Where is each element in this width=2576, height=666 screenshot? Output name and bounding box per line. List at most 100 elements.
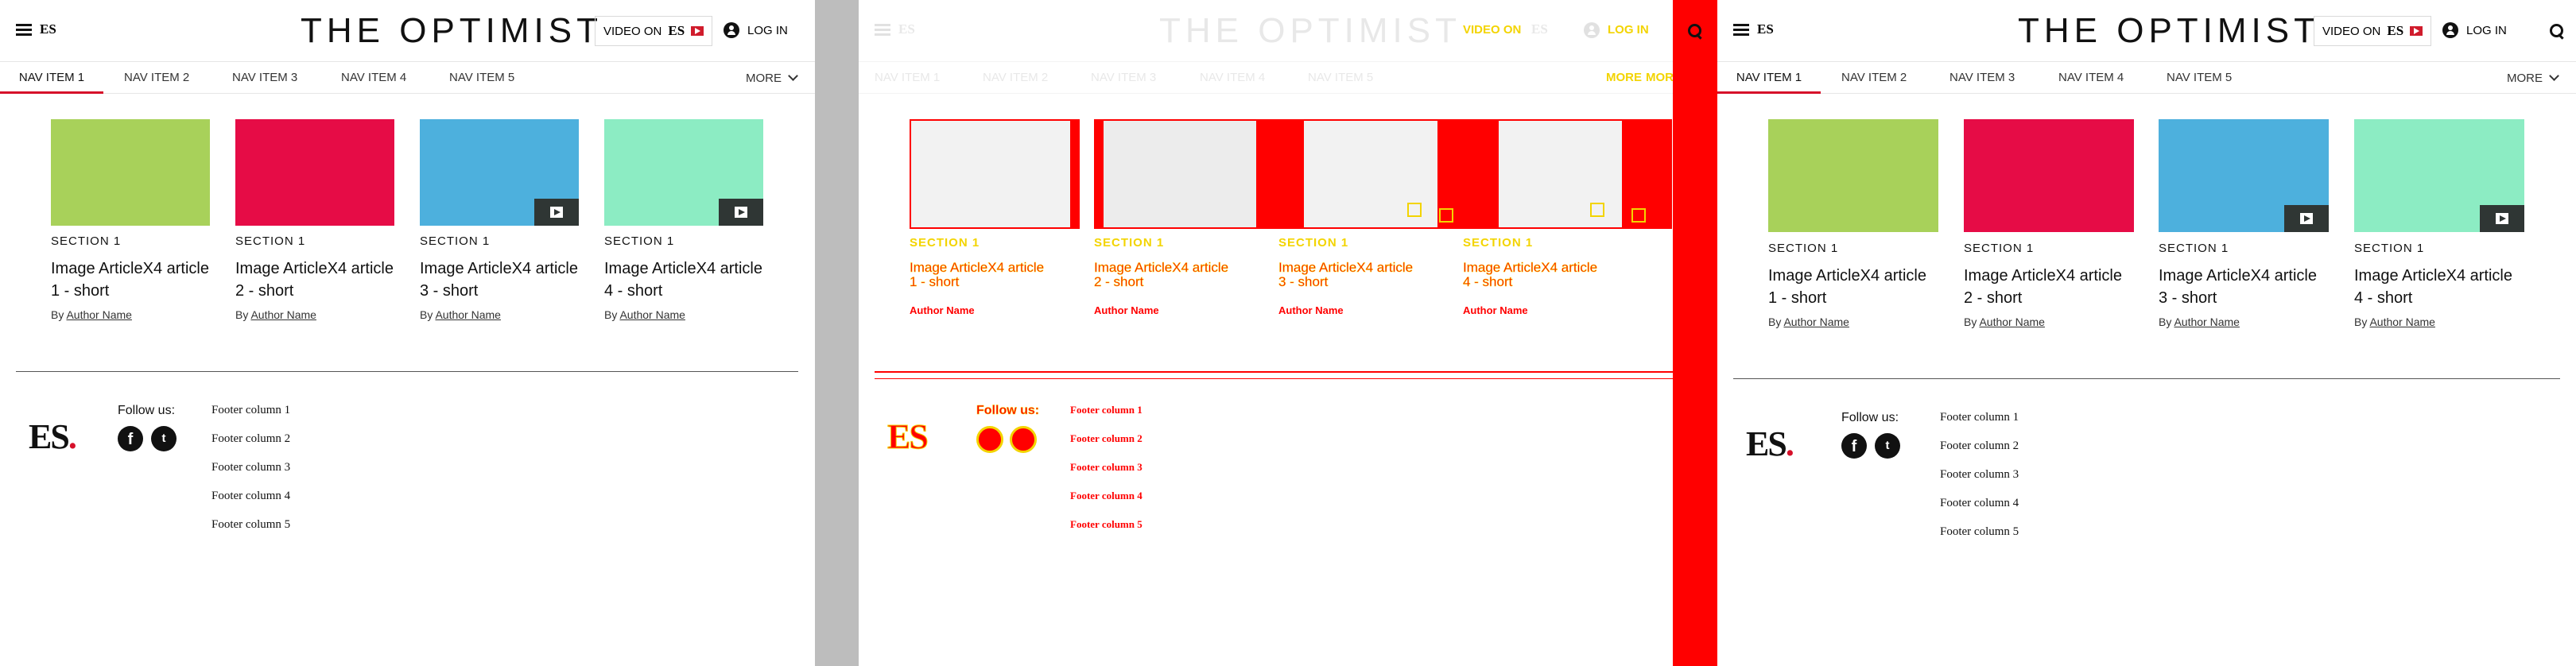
footer-column[interactable]: Footer column 1 xyxy=(1940,411,2019,424)
article-card[interactable]: SECTION 1 Image ArticleX4 article 4 - sh… xyxy=(2354,119,2524,334)
section-label[interactable]: SECTION 1 xyxy=(2354,242,2424,255)
author-link[interactable]: Author Name xyxy=(2174,316,2239,328)
headline-line[interactable]: Image ArticleX4 article xyxy=(420,257,578,280)
video-label[interactable]: VIDEO ON xyxy=(1463,23,1521,37)
article-image[interactable] xyxy=(51,119,210,226)
footer-logo[interactable]: ES. xyxy=(1746,424,1794,464)
nav-item[interactable]: NAV ITEM 1 xyxy=(0,62,103,94)
article-card[interactable]: SECTION 1 Image ArticleX4 article 2 - sh… xyxy=(1964,119,2134,334)
play-icon[interactable] xyxy=(2480,205,2524,232)
article-card[interactable]: SECTION 1 Image ArticleX4 article 3 - sh… xyxy=(420,119,579,326)
site-title[interactable]: THE OPTIMIST xyxy=(2018,11,2320,51)
footer-column[interactable]: Footer column 2 xyxy=(1940,439,2019,453)
headline-line[interactable]: Image ArticleX4 article xyxy=(604,257,762,280)
footer-column[interactable]: Footer column 3 xyxy=(211,461,290,474)
footer-column[interactable]: Footer column 5 xyxy=(1940,525,2019,539)
article-image[interactable] xyxy=(2159,119,2329,232)
nav-item[interactable]: NAV ITEM 1 xyxy=(1717,62,1821,94)
login-label[interactable]: LOG IN xyxy=(1608,23,1649,37)
play-icon[interactable] xyxy=(2284,205,2329,232)
section-label[interactable]: SECTION 1 xyxy=(235,234,305,248)
search-icon[interactable] xyxy=(2549,23,2565,39)
section-label[interactable]: SECTION 1 xyxy=(2159,242,2229,255)
nav-item[interactable]: NAV ITEM 1 xyxy=(875,62,940,94)
headline-line[interactable]: 1 - short xyxy=(51,280,109,302)
headline-line[interactable]: 1 - short xyxy=(1768,287,1826,309)
nav-item[interactable]: NAV ITEM 5 xyxy=(1308,62,1373,94)
play-icon[interactable] xyxy=(719,199,763,226)
site-title[interactable]: THE OPTIMIST xyxy=(1159,11,1461,51)
site-title[interactable]: THE OPTIMIST xyxy=(301,11,603,51)
author-link[interactable]: Author Name xyxy=(619,308,685,321)
more-menu[interactable]: MORE xyxy=(2507,62,2559,94)
author-link[interactable]: Author Name xyxy=(250,308,316,321)
headline-line[interactable]: 4 - short xyxy=(604,280,662,302)
nav-item[interactable]: NAV ITEM 2 xyxy=(1841,62,1907,94)
author-link[interactable]: Author Name xyxy=(1979,316,2044,328)
play-icon[interactable] xyxy=(534,199,579,226)
headline-line[interactable]: Image ArticleX4 article xyxy=(51,257,209,280)
menu-label[interactable]: ES xyxy=(1757,21,1774,37)
menu-icon[interactable] xyxy=(1733,24,1751,37)
headline-line[interactable]: 2 - short xyxy=(235,280,293,302)
headline-line[interactable]: Image ArticleX4 article xyxy=(2159,265,2317,287)
author-link[interactable]: Author Name xyxy=(2369,316,2434,328)
footer-column[interactable]: Footer column 2 xyxy=(211,432,290,446)
author-link[interactable]: Author Name xyxy=(66,308,131,321)
article-image[interactable] xyxy=(2354,119,2524,232)
footer-column[interactable]: Footer column 3 xyxy=(1940,468,2019,482)
article-image[interactable] xyxy=(1964,119,2134,232)
more-label[interactable]: MORE xyxy=(1646,62,1674,94)
footer-logo[interactable]: ES. xyxy=(29,416,77,457)
nav-item[interactable]: NAV ITEM 5 xyxy=(449,62,514,94)
menu-icon[interactable] xyxy=(875,24,892,37)
headline-line[interactable]: Image ArticleX4 article xyxy=(1964,265,2122,287)
article-image[interactable] xyxy=(420,119,579,226)
section-label[interactable]: SECTION 1 xyxy=(1768,242,1838,255)
facebook-icon[interactable]: f xyxy=(1841,433,1867,459)
more-label[interactable]: MORE xyxy=(1606,62,1642,94)
section-label[interactable]: SECTION 1 xyxy=(1964,242,2034,255)
login-button[interactable]: LOG IN xyxy=(2442,22,2507,38)
more-menu[interactable]: MORE xyxy=(746,62,798,94)
menu-label[interactable]: ES xyxy=(40,21,56,37)
article-image[interactable] xyxy=(1768,119,1938,232)
nav-item[interactable]: NAV ITEM 2 xyxy=(983,62,1048,94)
nav-item[interactable]: NAV ITEM 3 xyxy=(1949,62,2015,94)
headline-line[interactable]: 4 - short xyxy=(2354,287,2412,309)
footer-column[interactable]: Footer column 4 xyxy=(1940,497,2019,510)
twitter-icon[interactable]: t xyxy=(1875,433,1900,459)
headline-line[interactable]: 3 - short xyxy=(2159,287,2217,309)
footer-column[interactable]: Footer column 1 xyxy=(211,404,290,417)
nav-item[interactable]: NAV ITEM 4 xyxy=(1200,62,1265,94)
headline-line[interactable]: 3 - short xyxy=(420,280,478,302)
facebook-icon[interactable]: f xyxy=(118,426,143,451)
author-link[interactable]: Author Name xyxy=(435,308,500,321)
nav-item[interactable]: NAV ITEM 4 xyxy=(2058,62,2124,94)
section-label[interactable]: SECTION 1 xyxy=(420,234,490,248)
nav-item[interactable]: NAV ITEM 3 xyxy=(1091,62,1156,94)
nav-item[interactable]: NAV ITEM 2 xyxy=(124,62,189,94)
section-label[interactable]: SECTION 1 xyxy=(604,234,674,248)
article-card[interactable]: SECTION 1 Image ArticleX4 article 1 - sh… xyxy=(1768,119,1938,334)
article-card[interactable]: SECTION 1 Image ArticleX4 article 4 - sh… xyxy=(604,119,763,326)
author-link[interactable]: Author Name xyxy=(1783,316,1849,328)
headline-line[interactable]: Image ArticleX4 article xyxy=(1768,265,1926,287)
article-image[interactable] xyxy=(235,119,394,226)
section-label[interactable]: SECTION 1 xyxy=(51,234,121,248)
footer-column[interactable]: Footer column 5 xyxy=(211,518,290,532)
nav-item[interactable]: NAV ITEM 3 xyxy=(232,62,297,94)
headline-line[interactable]: Image ArticleX4 article xyxy=(235,257,394,280)
twitter-icon[interactable]: t xyxy=(151,426,177,451)
article-card[interactable]: SECTION 1 Image ArticleX4 article 1 - sh… xyxy=(51,119,210,326)
login-button[interactable]: LOG IN xyxy=(724,22,788,38)
menu-icon[interactable] xyxy=(16,24,33,37)
article-card[interactable]: SECTION 1 Image ArticleX4 article 3 - sh… xyxy=(2159,119,2329,334)
article-image[interactable] xyxy=(604,119,763,226)
headline-line[interactable]: 2 - short xyxy=(1964,287,2022,309)
nav-item[interactable]: NAV ITEM 4 xyxy=(341,62,406,94)
article-card[interactable]: SECTION 1 Image ArticleX4 article 2 - sh… xyxy=(235,119,394,326)
search-icon[interactable] xyxy=(1687,23,1703,39)
nav-item[interactable]: NAV ITEM 5 xyxy=(2167,62,2232,94)
video-button[interactable]: VIDEO ON ES xyxy=(2314,16,2432,46)
